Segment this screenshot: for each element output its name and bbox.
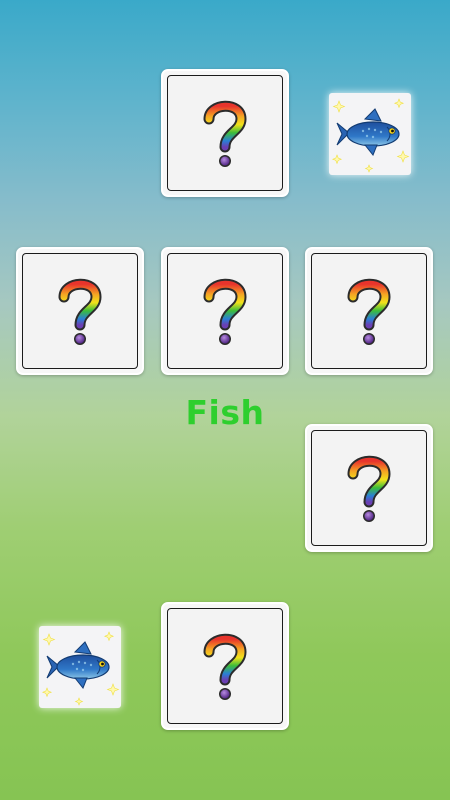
question-mark-icon — [195, 626, 255, 706]
memory-card-1[interactable] — [161, 69, 289, 197]
card-face — [167, 75, 283, 191]
card-face — [311, 253, 427, 369]
question-mark-icon — [195, 271, 255, 351]
memory-card-4[interactable] — [161, 247, 289, 375]
card-face — [167, 253, 283, 369]
memory-card-2-revealed — [329, 93, 411, 175]
card-face — [311, 430, 427, 546]
card-face — [22, 253, 138, 369]
fish-icon — [329, 93, 411, 175]
memory-card-8[interactable] — [161, 602, 289, 730]
question-mark-icon — [195, 93, 255, 173]
question-mark-icon — [50, 271, 110, 351]
memory-card-3[interactable] — [16, 247, 144, 375]
fish-icon — [39, 626, 121, 708]
question-mark-icon — [339, 448, 399, 528]
memory-card-7-revealed — [39, 626, 121, 708]
card-face — [167, 608, 283, 724]
memory-card-5[interactable] — [305, 247, 433, 375]
memory-card-6[interactable] — [305, 424, 433, 552]
question-mark-icon — [339, 271, 399, 351]
